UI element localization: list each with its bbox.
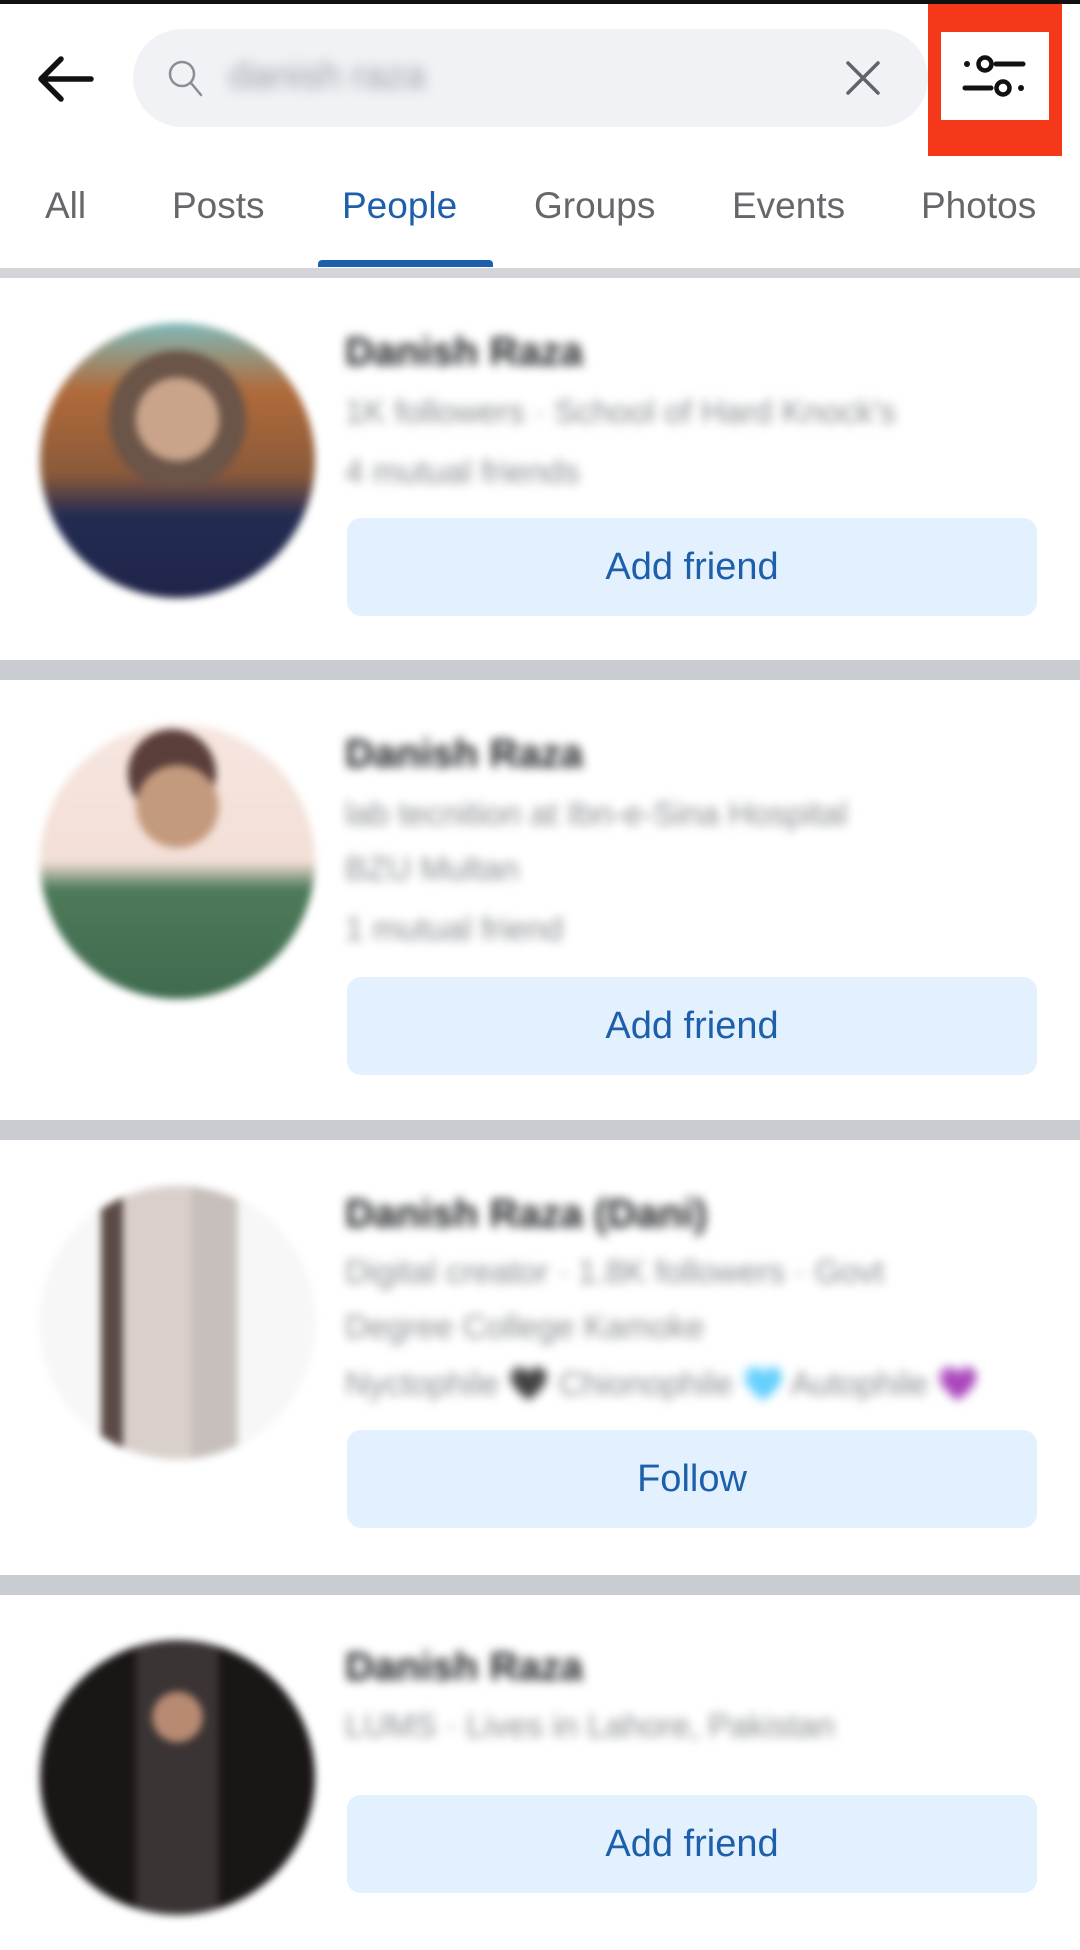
add-friend-button[interactable]: Add friend: [347, 1795, 1037, 1893]
result-subtitle: LUMS · Lives in Lahore, Pakistan: [345, 1707, 835, 1744]
arrow-left-icon: [38, 56, 94, 102]
back-button[interactable]: [30, 44, 100, 114]
tab-groups[interactable]: Groups: [534, 185, 655, 227]
divider: [0, 660, 1080, 680]
result-subtitle: 1K followers · School of Hard Knock's: [345, 393, 897, 430]
active-tab-indicator: [318, 260, 493, 267]
tab-all[interactable]: All: [45, 185, 86, 227]
tab-events[interactable]: Events: [732, 185, 845, 227]
divider: [0, 1120, 1080, 1140]
search-query[interactable]: danish raza: [229, 55, 425, 98]
divider: [0, 268, 1080, 278]
result-name[interactable]: Danish Raza (Dani): [345, 1192, 707, 1237]
tab-posts[interactable]: Posts: [172, 185, 265, 227]
result-name[interactable]: Danish Raza: [345, 330, 583, 375]
search-input[interactable]: danish raza: [133, 29, 928, 127]
search-tabs: All Posts People Groups Events Photos: [0, 160, 1080, 270]
result-mutual-friends: 4 mutual friends: [345, 453, 580, 490]
close-icon[interactable]: [838, 53, 888, 103]
follow-button[interactable]: Follow: [347, 1430, 1037, 1528]
tab-people[interactable]: People: [342, 185, 457, 227]
search-icon: [168, 60, 203, 97]
tab-photos[interactable]: Photos: [921, 185, 1036, 227]
result-education: Degree College Kamoke: [345, 1308, 705, 1345]
filter-button[interactable]: [941, 32, 1049, 120]
result-education: BZU Multan: [345, 850, 520, 887]
filter-highlight-box: [928, 4, 1062, 156]
search-header: danish raza: [0, 4, 1080, 156]
avatar[interactable]: [40, 724, 315, 999]
avatar[interactable]: [40, 1640, 315, 1915]
result-mutual-friends: 1 mutual friend: [345, 910, 564, 947]
result-name[interactable]: Danish Raza: [345, 732, 583, 777]
result-card[interactable]: Danish Raza lab tecnition at Ibn-e-Sina …: [0, 680, 1080, 1120]
result-card[interactable]: Danish Raza 1K followers · School of Har…: [0, 278, 1080, 660]
sliders-filter-icon: [962, 55, 1026, 97]
result-subtitle: lab tecnition at Ibn-e-Sina Hospital: [345, 795, 848, 832]
avatar[interactable]: [40, 1185, 315, 1460]
result-subtitle: Digital creator · 1.8K followers · Govt: [345, 1253, 885, 1290]
result-card[interactable]: Danish Raza (Dani) Digital creator · 1.8…: [0, 1140, 1080, 1575]
result-name[interactable]: Danish Raza: [345, 1645, 583, 1690]
divider: [0, 1575, 1080, 1595]
add-friend-button[interactable]: Add friend: [347, 977, 1037, 1075]
result-bio: Nyctophile 🖤 Chionophile 🩵 Autophile 💜: [345, 1365, 979, 1402]
add-friend-button[interactable]: Add friend: [347, 518, 1037, 616]
result-card[interactable]: Danish Raza LUMS · Lives in Lahore, Paki…: [0, 1595, 1080, 1950]
avatar[interactable]: [40, 323, 315, 598]
